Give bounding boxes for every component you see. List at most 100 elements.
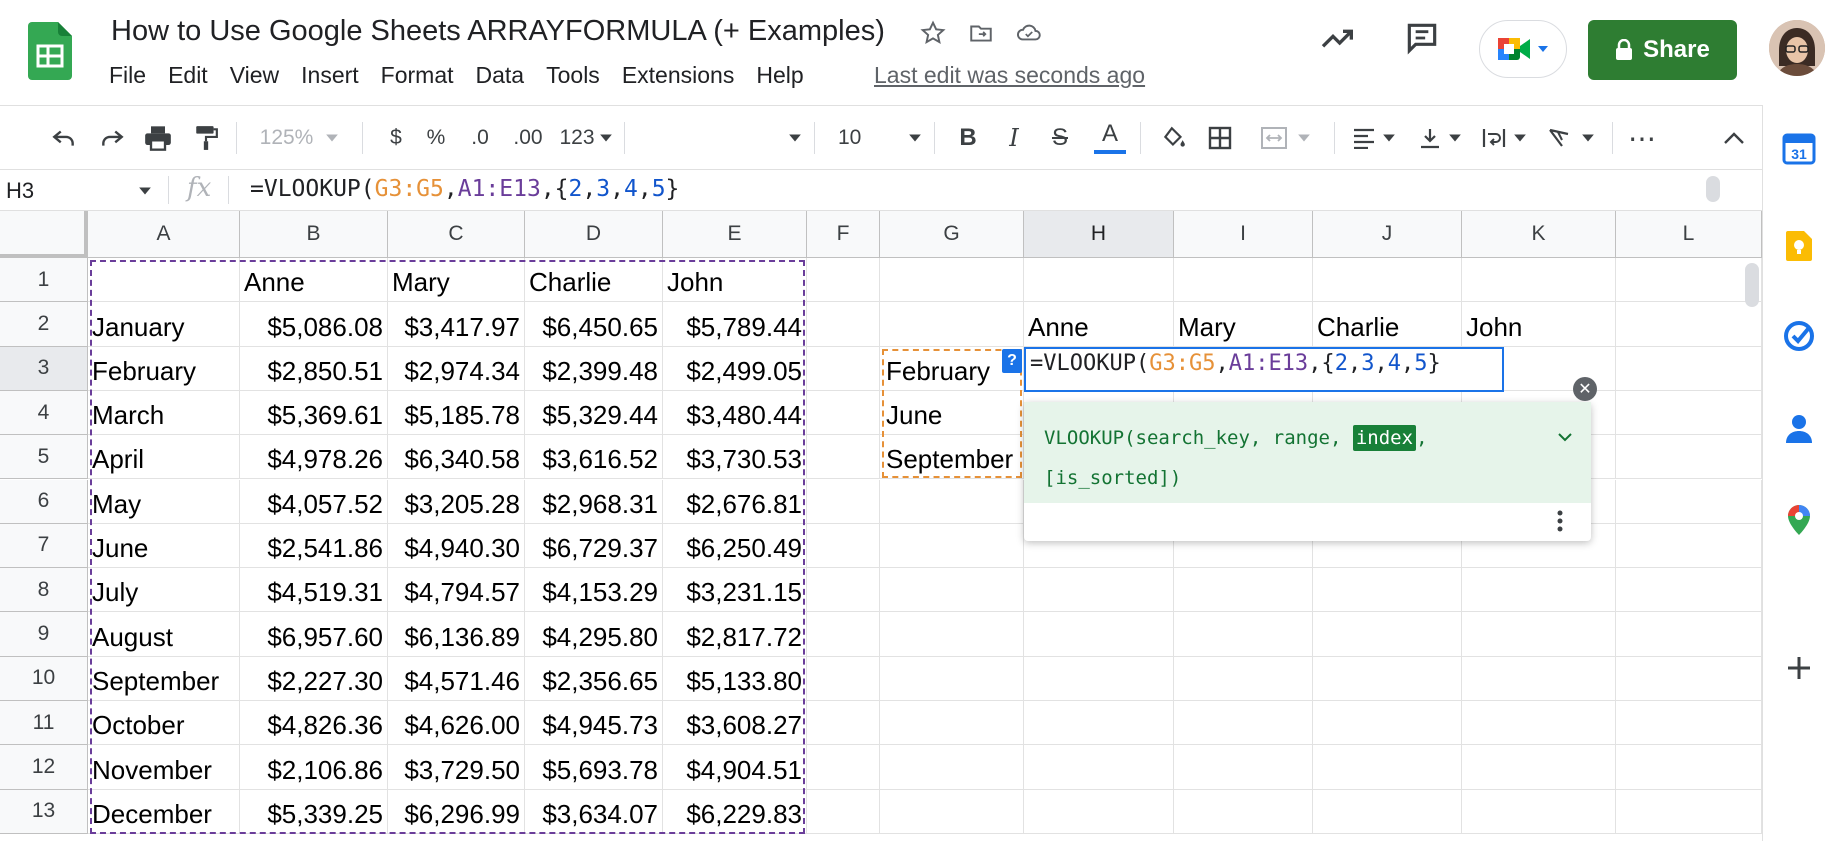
- column-header-d[interactable]: D: [525, 211, 663, 258]
- table-cell[interactable]: January: [88, 302, 240, 346]
- table-cell[interactable]: February: [88, 347, 240, 391]
- table-cell[interactable]: September: [88, 657, 240, 701]
- grid-cell[interactable]: [1616, 435, 1762, 480]
- grid-cell[interactable]: [807, 302, 880, 347]
- active-cell-editor[interactable]: =VLOOKUP(G3:G5,A1:E13,{2,3,4,5}: [1024, 346, 1504, 392]
- table-cell[interactable]: $6,250.49: [663, 524, 807, 568]
- grid-cell[interactable]: [1616, 745, 1762, 790]
- grid-cell[interactable]: [880, 479, 1024, 524]
- table-cell[interactable]: $2,541.86: [240, 524, 388, 568]
- grid-cell[interactable]: [1174, 789, 1313, 834]
- table-cell[interactable]: $2,817.72: [663, 612, 807, 656]
- grid-cell[interactable]: [1462, 612, 1616, 657]
- grid-cell[interactable]: [1313, 612, 1462, 657]
- table-cell[interactable]: $2,968.31: [525, 480, 663, 524]
- redo-icon[interactable]: [92, 106, 132, 170]
- table-cell[interactable]: $4,571.46: [388, 657, 525, 701]
- row-header-5[interactable]: 5: [0, 435, 88, 480]
- column-header-c[interactable]: C: [388, 211, 525, 258]
- grid-cell[interactable]: [880, 745, 1024, 790]
- table-cell[interactable]: $5,133.80: [663, 657, 807, 701]
- grid-cell[interactable]: [807, 346, 880, 391]
- star-icon[interactable]: [918, 18, 948, 48]
- table-cell[interactable]: Charlie: [1313, 302, 1462, 346]
- table-cell[interactable]: $5,086.08: [240, 302, 388, 346]
- grid-cell[interactable]: [1024, 612, 1174, 657]
- grid-cell[interactable]: [1024, 789, 1174, 834]
- chevron-down-icon[interactable]: [138, 186, 152, 196]
- increase-decimal-button[interactable]: .00: [506, 106, 550, 170]
- grid-cell[interactable]: [1024, 745, 1174, 790]
- expand-chevron-icon[interactable]: [1557, 432, 1573, 442]
- table-cell[interactable]: $4,940.30: [388, 524, 525, 568]
- table-cell[interactable]: December: [88, 790, 240, 834]
- table-cell[interactable]: $5,789.44: [663, 302, 807, 346]
- table-cell[interactable]: $6,229.83: [663, 790, 807, 834]
- font-size-select[interactable]: 10: [826, 106, 926, 170]
- table-cell[interactable]: August: [88, 612, 240, 656]
- table-cell[interactable]: $2,106.86: [240, 745, 388, 789]
- grid-cell[interactable]: [1616, 656, 1762, 701]
- grid-cell[interactable]: [807, 612, 880, 657]
- formula-input[interactable]: =VLOOKUP(G3:G5,A1:E13,{2,3,4,5}: [250, 176, 679, 202]
- grid-cell[interactable]: [1174, 656, 1313, 701]
- grid-cell[interactable]: [1313, 568, 1462, 613]
- menu-format[interactable]: Format: [381, 62, 454, 89]
- percent-format-button[interactable]: %: [418, 106, 454, 170]
- table-cell[interactable]: $4,519.31: [240, 568, 388, 612]
- add-addon-icon[interactable]: [1782, 651, 1816, 685]
- grid-cell[interactable]: [807, 701, 880, 746]
- table-cell[interactable]: $2,850.51: [240, 347, 388, 391]
- row-header-7[interactable]: 7: [0, 523, 88, 569]
- table-cell[interactable]: $2,499.05: [663, 347, 807, 391]
- table-cell[interactable]: $6,340.58: [388, 435, 525, 479]
- document-title[interactable]: How to Use Google Sheets ARRAYFORMULA (+…: [111, 15, 885, 48]
- grid-cell[interactable]: [1174, 258, 1313, 303]
- grid-cell[interactable]: [1174, 612, 1313, 657]
- grid-cell[interactable]: [1462, 745, 1616, 790]
- row-header-3[interactable]: 3: [0, 346, 88, 391]
- table-cell[interactable]: $4,978.26: [240, 435, 388, 479]
- table-cell[interactable]: June: [88, 524, 240, 568]
- grid-cell[interactable]: [1462, 568, 1616, 613]
- table-cell[interactable]: $3,634.07: [525, 790, 663, 834]
- close-icon[interactable]: ✕: [1573, 377, 1597, 401]
- grid-cell[interactable]: [1024, 258, 1174, 303]
- table-cell[interactable]: $3,480.44: [663, 391, 807, 435]
- row-header-8[interactable]: 8: [0, 568, 88, 613]
- collapse-menus-icon[interactable]: [1716, 106, 1752, 170]
- grid-cell[interactable]: [807, 435, 880, 480]
- column-header-h[interactable]: H: [1024, 211, 1174, 258]
- grid-cell[interactable]: [807, 390, 880, 436]
- column-header-g[interactable]: G: [880, 211, 1024, 258]
- menu-tools[interactable]: Tools: [546, 62, 600, 89]
- table-cell[interactable]: $4,626.00: [388, 701, 525, 745]
- meet-button[interactable]: [1479, 20, 1567, 78]
- row-header-10[interactable]: 10: [0, 656, 88, 701]
- grid-cell[interactable]: [88, 258, 240, 303]
- row-header-4[interactable]: 4: [0, 390, 88, 436]
- grid-cell[interactable]: [807, 258, 880, 303]
- sheets-logo-icon[interactable]: [28, 22, 72, 80]
- name-box[interactable]: H3: [6, 178, 34, 204]
- table-cell[interactable]: $3,608.27: [663, 701, 807, 745]
- grid-cell[interactable]: [1616, 390, 1762, 436]
- grid-cell[interactable]: [1462, 258, 1616, 303]
- grid-cell[interactable]: [1616, 789, 1762, 834]
- menu-data[interactable]: Data: [476, 62, 525, 89]
- table-cell[interactable]: Mary: [1174, 302, 1313, 346]
- row-header-12[interactable]: 12: [0, 745, 88, 790]
- grid-cell[interactable]: [880, 258, 1024, 303]
- tasks-icon[interactable]: [1782, 319, 1816, 353]
- activity-trend-icon[interactable]: [1318, 18, 1358, 63]
- row-header-1[interactable]: 1: [0, 258, 88, 303]
- table-cell[interactable]: $6,957.60: [240, 612, 388, 656]
- grid-cell[interactable]: [807, 745, 880, 790]
- table-cell[interactable]: Anne: [240, 258, 388, 302]
- formula-scrollbar[interactable]: [1706, 176, 1720, 202]
- grid-cell[interactable]: [880, 523, 1024, 569]
- table-cell[interactable]: $3,231.15: [663, 568, 807, 612]
- table-cell[interactable]: $4,295.80: [525, 612, 663, 656]
- more-formats-select[interactable]: 123: [556, 106, 616, 170]
- zoom-select[interactable]: 125%: [252, 106, 347, 170]
